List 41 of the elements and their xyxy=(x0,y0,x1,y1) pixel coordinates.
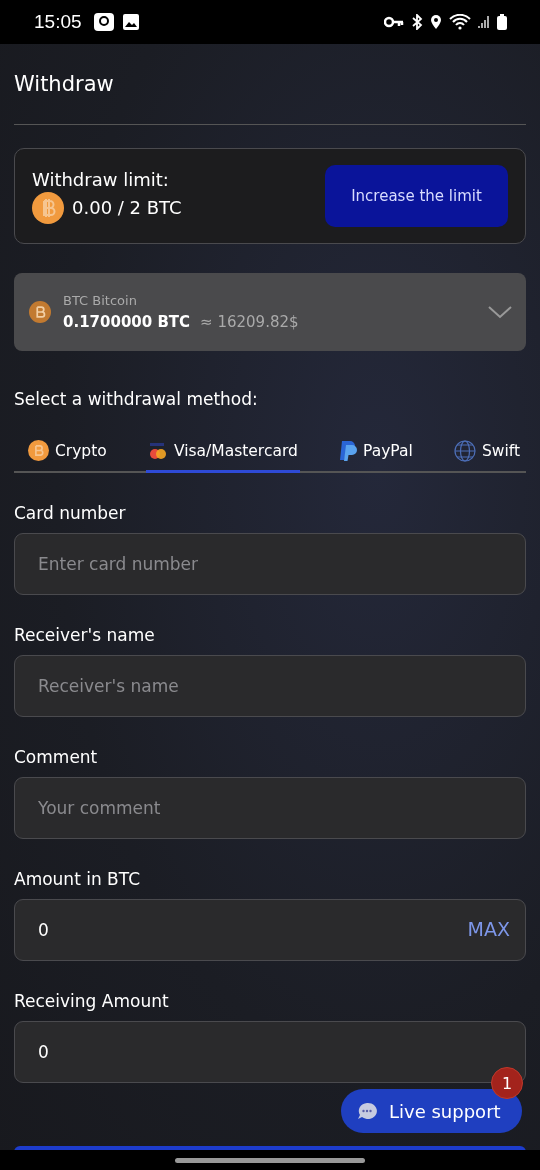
wallet-select[interactable]: BTC Bitcoin 0.1700000 BTC ≈ 16209.82$ xyxy=(14,273,526,351)
live-support-button[interactable]: Live support xyxy=(341,1089,522,1133)
field-label: Amount in BTC xyxy=(14,869,142,889)
home-indicator[interactable] xyxy=(175,1157,365,1163)
field-label: Card number xyxy=(14,503,127,523)
limit-value: 0.00 / 2 BTC xyxy=(72,197,182,218)
wallet-name: BTC Bitcoin xyxy=(63,293,138,308)
chat-icon xyxy=(357,1102,377,1120)
wallet-amount: 0.1700000 BTC xyxy=(63,313,191,331)
input-field[interactable]: Enter card number xyxy=(14,533,526,595)
method-tab[interactable]: Swift xyxy=(451,431,522,473)
bitcoin-icon xyxy=(28,440,49,461)
battery-icon xyxy=(497,14,507,30)
image-icon xyxy=(121,13,140,31)
section-heading: Select a withdrawal method: xyxy=(14,389,259,409)
method-tab[interactable]: PayPal xyxy=(337,431,415,473)
field-label: Receiving Amount xyxy=(14,991,170,1011)
wifi-icon xyxy=(449,14,471,30)
location-icon xyxy=(430,14,442,30)
field-label: Receiver's name xyxy=(14,625,156,645)
input-field[interactable]: Receiver's name xyxy=(14,655,526,717)
method-tab[interactable]: Crypto xyxy=(26,431,109,473)
field-label: Comment xyxy=(14,747,99,767)
wallet-usd-value: ≈ 16209.82$ xyxy=(200,313,299,331)
max-link[interactable]: MAX xyxy=(467,918,510,940)
limit-label: Withdraw limit: xyxy=(32,168,170,190)
card-logo-icon xyxy=(147,442,168,459)
bluetooth-icon xyxy=(411,14,423,30)
status-time: 15:05 xyxy=(34,11,82,33)
bitcoin-icon xyxy=(29,301,51,323)
app-notification-icon xyxy=(92,12,115,32)
chevron-down-icon xyxy=(488,305,512,319)
paypal-logo-icon xyxy=(339,439,357,462)
key-icon xyxy=(384,16,404,28)
method-tab[interactable]: Visa/Mastercard xyxy=(145,431,300,473)
globe-icon xyxy=(453,439,476,462)
input-field[interactable]: Your comment xyxy=(14,777,526,839)
increase-limit-button[interactable]: Increase the limit xyxy=(325,165,508,227)
page-title: Withdraw xyxy=(14,71,115,98)
signal-icon xyxy=(478,15,490,29)
bitcoin-icon xyxy=(32,191,64,224)
